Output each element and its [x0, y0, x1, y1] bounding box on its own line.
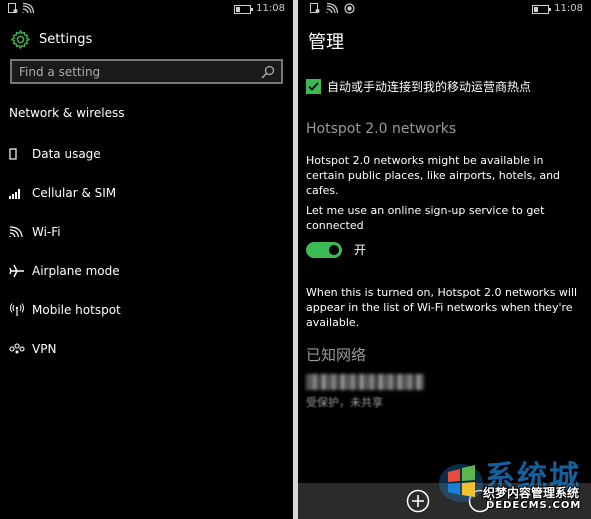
auto-connect-checkbox-row[interactable]: 自动或手动连接到我的移动运营商热点 [306, 78, 531, 95]
status-bar: 11:08 [0, 0, 293, 20]
menu-item-airplane[interactable]: Airplane mode [9, 261, 120, 281]
search-icon[interactable] [261, 65, 275, 79]
wifi-status-icon [22, 3, 34, 14]
menu-item-label: Airplane mode [32, 264, 120, 278]
known-network-status: 受保护，未共享 [306, 396, 383, 409]
turned-on-description: When this is turned on, Hotspot 2.0 netw… [306, 286, 578, 329]
menu-item-vpn[interactable]: VPN [9, 339, 56, 359]
data-usage-icon [9, 147, 25, 161]
add-icon[interactable] [406, 489, 430, 513]
battery-icon [532, 5, 551, 14]
clock: 11:08 [554, 3, 583, 14]
section-title: Network & wireless [9, 106, 125, 120]
watermark: 系统城 织梦内容管理系统 DEDECMS.COM [438, 452, 591, 519]
airplane-icon [9, 264, 25, 278]
search-input[interactable] [12, 61, 261, 82]
watermark-cn: 织梦内容管理系统 [483, 486, 580, 500]
status-bar: 11:08 [298, 0, 591, 20]
wifi-icon [9, 225, 25, 239]
menu-item-data-usage[interactable]: Data usage [9, 144, 101, 164]
notification-icon [310, 3, 320, 13]
auto-connect-checkbox[interactable] [306, 79, 321, 94]
toggle-state-label: 开 [354, 243, 367, 257]
signup-toggle[interactable] [306, 241, 342, 258]
signup-toggle-row[interactable]: 开 [306, 241, 366, 258]
menu-item-label: Mobile hotspot [32, 303, 121, 317]
known-networks-header: 已知网络 [306, 346, 367, 364]
auto-connect-label: 自动或手动连接到我的移动运营商热点 [327, 80, 532, 94]
hotspot-icon [9, 303, 25, 317]
app-header: Settings [10, 28, 92, 50]
watermark-en: DEDECMS.COM [486, 500, 582, 511]
battery-icon [234, 5, 253, 14]
notification-icon [8, 3, 18, 13]
page-title: 管理 [308, 32, 344, 53]
hotspot-networks-header: Hotspot 2.0 networks [306, 121, 457, 137]
record-icon [344, 3, 355, 14]
hotspot-description: Hotspot 2.0 networks might be available … [306, 154, 561, 197]
menu-item-label: Data usage [32, 147, 101, 161]
menu-item-hotspot[interactable]: Mobile hotspot [9, 300, 121, 320]
clock: 11:08 [256, 3, 285, 14]
manage-screen: 11:08 管理 自动或手动连接到我的移动运营商热点 Hotspot 2.0 n… [298, 0, 591, 519]
search-box[interactable] [10, 59, 283, 84]
vpn-icon [9, 342, 25, 356]
windows-logo-icon [439, 464, 483, 502]
menu-item-cellular[interactable]: Cellular & SIM [9, 183, 116, 203]
wifi-status-icon [326, 3, 338, 14]
gear-icon [11, 29, 30, 49]
menu-item-label: Cellular & SIM [32, 186, 117, 200]
menu-item-wifi[interactable]: Wi-Fi [9, 222, 61, 242]
cellular-icon [9, 186, 25, 200]
check-icon [308, 82, 319, 91]
menu-item-label: VPN [32, 342, 57, 356]
settings-screen: 11:08 Settings Network & wireless Data u… [0, 0, 293, 519]
menu-item-label: Wi-Fi [32, 225, 61, 239]
page-title: Settings [39, 31, 93, 47]
toggle-knob [329, 244, 339, 255]
known-network-name-blurred[interactable] [306, 374, 424, 390]
signup-label: Let me use an online sign-up service to … [306, 204, 545, 232]
